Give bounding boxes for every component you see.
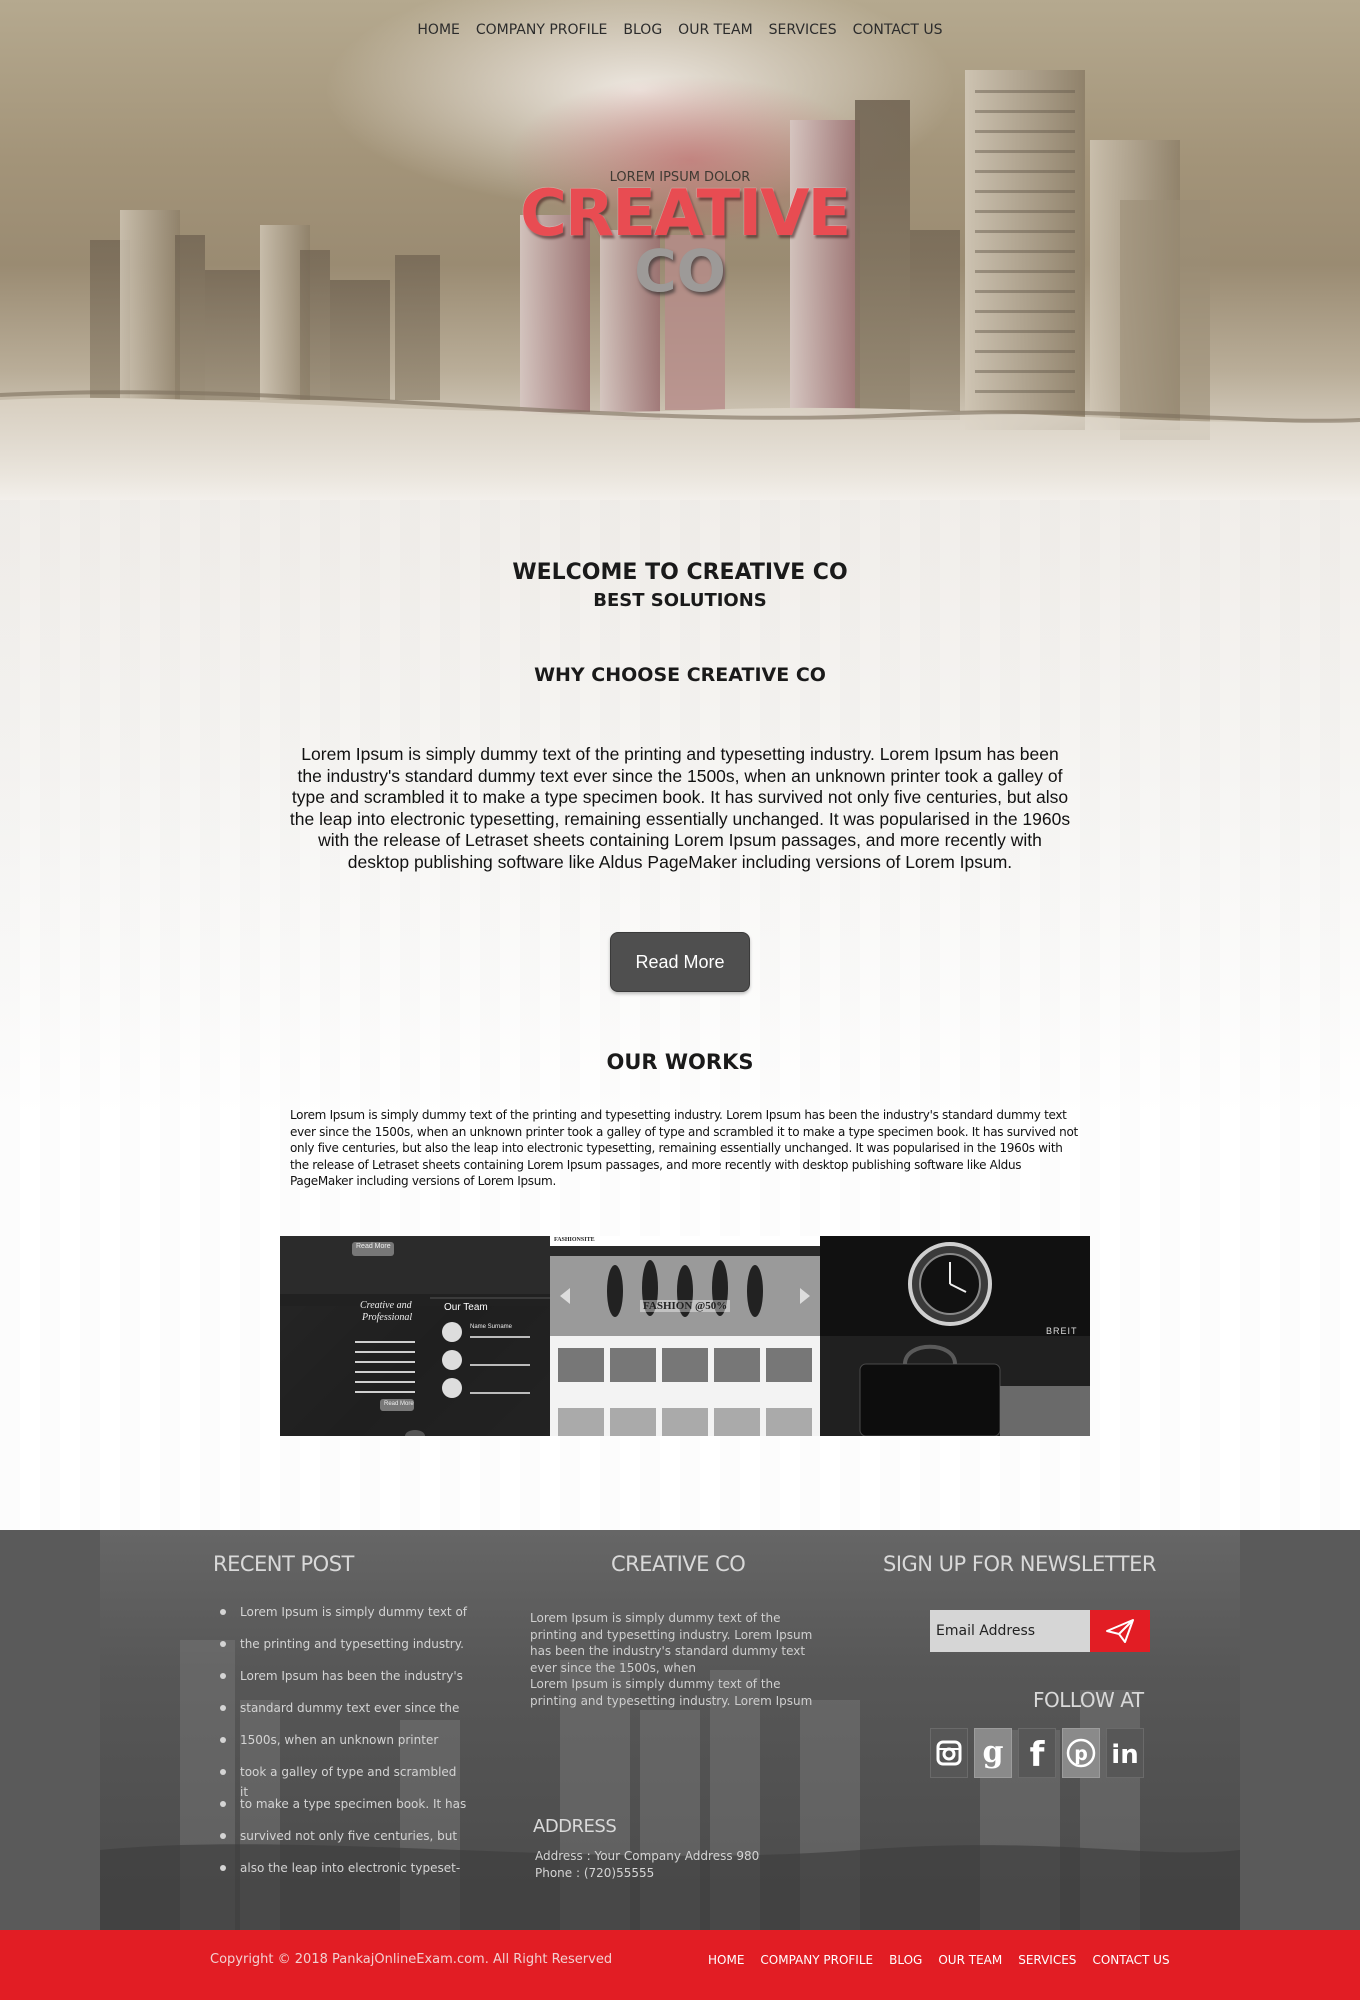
work-thumbnail-fashion-site[interactable]: FASHIONSITE FASHION @50% [550,1236,820,1436]
recent-post-item[interactable]: survived not only five centuries, but [218,1826,468,1858]
thumb-read-more-top: Read More [356,1243,391,1250]
welcome-subtitle: BEST SOLUTIONS [593,590,767,611]
bottom-nav-our-team[interactable]: OUR TEAM [938,1953,1002,1967]
recent-post-item[interactable]: to make a type specimen book. It has [218,1794,468,1826]
recent-post-title: RECENT POST [213,1552,354,1576]
svg-text:f: f [1030,1736,1046,1770]
creative-co-footer-title: CREATIVE CO [611,1552,746,1576]
nav-contact-us[interactable]: CONTACT US [853,22,943,38]
svg-text:in: in [1111,1740,1138,1768]
creative-co-footer-text: Lorem Ipsum is simply dummy text of the … [530,1610,830,1709]
social-links: g f p in [930,1728,1144,1778]
email-input[interactable] [930,1610,1090,1652]
team-site-preview [280,1236,550,1436]
nav-home[interactable]: HOME [417,22,459,38]
phone-line: Phone : (720)55555 [535,1866,655,1880]
logo-sub-text: CO [634,237,726,305]
read-more-button[interactable]: Read More [610,932,750,992]
watch-brand-text: BREIT [1046,1326,1078,1336]
bottom-nav-home[interactable]: HOME [708,1953,744,1967]
nav-blog[interactable]: BLOG [623,22,662,38]
svg-text:g: g [983,1736,1004,1770]
recent-post-item[interactable]: Lorem Ipsum has been the industry's [218,1666,468,1698]
newsletter-submit-button[interactable] [1090,1610,1150,1652]
recent-post-item[interactable]: 1500s, when an unknown printer [218,1730,468,1762]
thumb-read-more-bottom: Read More [384,1401,414,1407]
recent-post-item[interactable]: also the leap into electronic typeset- [218,1858,468,1890]
bottom-nav-company-profile[interactable]: COMPANY PROFILE [760,1953,873,1967]
recent-post-item[interactable]: Lorem Ipsum is simply dummy text of [218,1602,468,1634]
recent-post-item[interactable]: standard dummy text ever since the [218,1698,468,1730]
address-title: ADDRESS [533,1816,617,1837]
fashion-site-preview [550,1236,820,1436]
about-paragraph-1: Lorem Ipsum is simply dummy text of the … [530,1611,813,1675]
thumb-member-name: Name Surname [470,1324,513,1330]
recent-post-list: Lorem Ipsum is simply dummy text of the … [218,1602,468,1890]
copyright-text: Copyright © 2018 PankajOnlineExam.com. A… [210,1952,613,1967]
why-choose-text: Lorem Ipsum is simply dummy text of the … [289,744,1071,872]
bottom-navigation: HOME COMPANY PROFILE BLOG OUR TEAM SERVI… [708,1953,1170,1967]
fashion-brand-text: FASHIONSITE [554,1237,595,1243]
facebook-icon[interactable]: f [1018,1728,1056,1778]
thumb-team-title: Our Team [444,1302,488,1313]
work-thumbnail-team-site[interactable]: Read More Creative and Professional Our … [280,1236,550,1436]
bottom-nav-blog[interactable]: BLOG [889,1953,922,1967]
top-navigation: HOME COMPANY PROFILE BLOG OUR TEAM SERVI… [0,22,1360,38]
welcome-title: WELCOME TO CREATIVE CO [512,560,848,585]
bottom-nav-contact-us[interactable]: CONTACT US [1092,1953,1169,1967]
works-gallery: Read More Creative and Professional Our … [280,1236,1090,1436]
address-line: Address : Your Company Address 980 [535,1849,760,1863]
thumb-heading-1: Creative and [360,1300,412,1311]
thumb-heading-2: Professional [362,1312,413,1323]
watch-bag-preview [820,1236,1090,1436]
fashion-banner-text: FASHION @50% [640,1300,731,1312]
newsletter-form [930,1610,1150,1652]
about-paragraph-2: Lorem Ipsum is simply dummy text of the … [530,1677,813,1708]
address-block: Address : Your Company Address 980 Phone… [535,1848,795,1882]
svg-text:p: p [1074,1743,1088,1765]
bottom-nav-services[interactable]: SERVICES [1018,1953,1076,1967]
paper-plane-icon [1106,1619,1134,1643]
google-icon[interactable]: g [974,1728,1012,1778]
nav-services[interactable]: SERVICES [769,22,837,38]
our-works-title: OUR WORKS [606,1050,754,1074]
recent-post-item[interactable]: took a galley of type and scrambled it [218,1762,468,1799]
hero-banner: HOME COMPANY PROFILE BLOG OUR TEAM SERVI… [0,0,1360,530]
site-logo[interactable]: LOREM IPSUM DOLOR CREATIVE CO [520,170,851,305]
our-works-text: Lorem Ipsum is simply dummy text of the … [290,1108,1078,1188]
linkedin-icon[interactable]: in [1106,1728,1144,1778]
follow-at-title: FOLLOW AT [1033,1688,1144,1712]
nav-company-profile[interactable]: COMPANY PROFILE [476,22,608,38]
work-thumbnail-watch-bag[interactable]: BREIT [820,1236,1090,1436]
why-choose-title: WHY CHOOSE CREATIVE CO [534,664,826,686]
instagram-icon[interactable] [930,1728,968,1778]
newsletter-title: SIGN UP FOR NEWSLETTER [883,1552,1156,1576]
recent-post-item[interactable]: the printing and typesetting industry. [218,1634,468,1666]
logo-main-text: CREATIVE [520,177,851,251]
nav-our-team[interactable]: OUR TEAM [678,22,753,38]
pinterest-icon[interactable]: p [1062,1728,1100,1778]
